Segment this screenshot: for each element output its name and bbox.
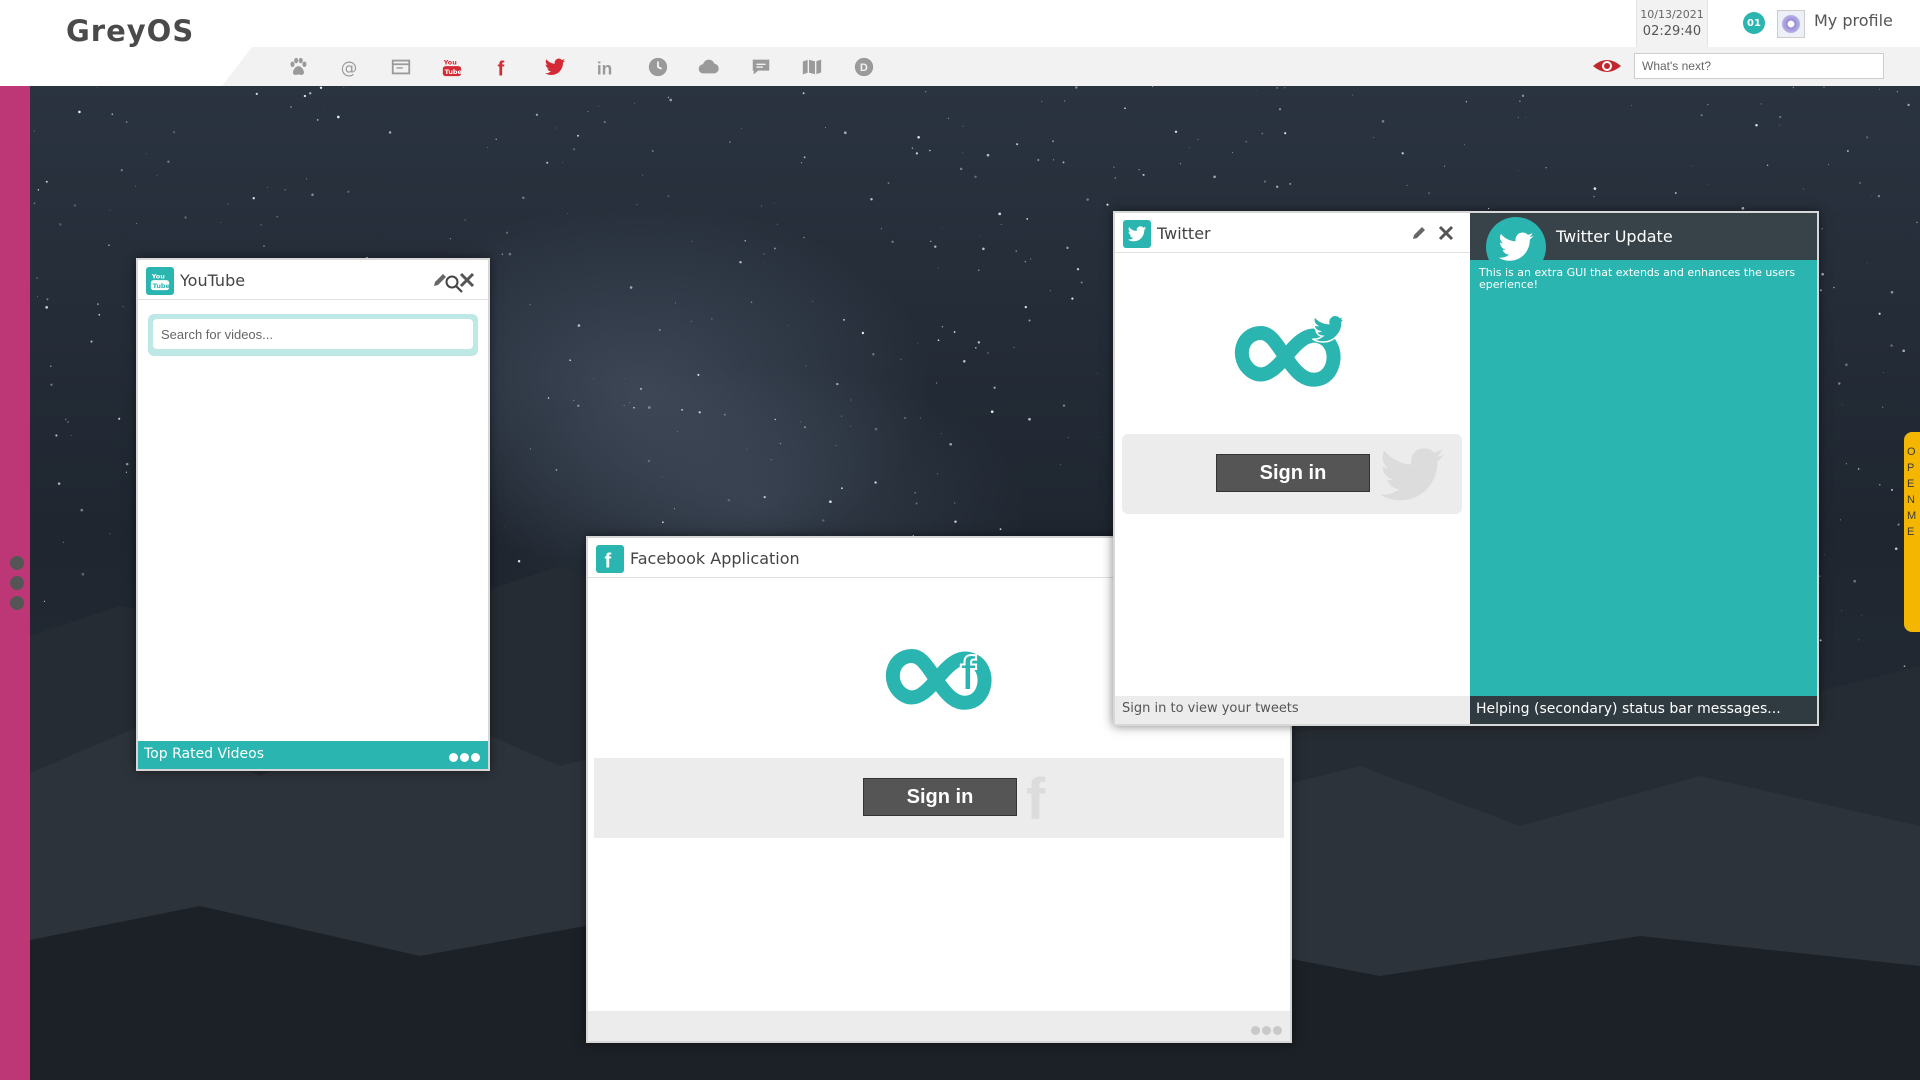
clock-widget: 10/13/2021 02:29:40 [1636,0,1708,47]
top-bar: GreyOS @ You Tube f in D 10/13/2021 02:2… [0,0,1920,86]
window-status-bar: Top Rated Videos [138,741,488,769]
svg-text:You: You [443,58,457,66]
extension-header: Twitter Update [1470,213,1817,277]
youtube-window[interactable]: YouTube YouTube Top Rated Videos [136,258,490,771]
twitter-icon[interactable] [542,54,568,80]
video-search-input[interactable] [153,319,473,349]
twitter-app-icon [1123,220,1151,248]
svg-text:You: You [151,272,165,280]
window-title: YouTube [180,271,246,290]
svg-text:D: D [860,62,868,74]
facebook-icon[interactable]: f [490,54,516,80]
youtube-app-icon: You Tube [146,267,174,295]
more-options-icon[interactable] [1249,1020,1282,1039]
search-icon[interactable] [444,274,464,294]
infinity-facebook-logo: f [886,647,992,710]
sidebar-handle[interactable] [10,556,24,612]
whats-next-search-input[interactable] [1634,53,1884,79]
linkedin-icon[interactable]: in [593,54,619,80]
sign-in-panel: Sign in f [594,758,1284,838]
video-search-box [148,314,478,356]
chat-icon[interactable] [748,54,774,80]
open-me-label: OPEN ME [1907,446,1917,538]
svg-text:Tube: Tube [445,68,463,76]
extension-title: Twitter Update [1556,227,1673,246]
close-icon[interactable] [1437,224,1455,242]
clock-icon[interactable] [645,54,671,80]
extension-status-text: Helping (secondary) status bar messages.… [1476,701,1781,717]
youtube-icon[interactable]: You Tube [439,54,465,80]
svg-text:@: @ [341,58,358,77]
window-titlebar[interactable]: You Tube YouTube [138,260,488,300]
more-options-icon[interactable] [447,750,480,766]
cloud-icon[interactable] [696,54,722,80]
my-profile-link[interactable]: My profile [1814,11,1893,30]
browser-icon[interactable] [388,54,414,80]
open-me-tab[interactable]: OPEN ME [1904,432,1920,632]
sign-in-button[interactable]: Sign in [863,778,1017,816]
window-titlebar[interactable]: Twitter [1115,213,1470,253]
notification-badge[interactable]: 01 [1743,12,1765,34]
twitter-update-panel: Twitter Update This is an extra GUI that… [1470,213,1817,724]
window-title: Facebook Application [630,549,800,568]
twitter-main-panel: Twitter Sign in Sign in to view your twe… [1115,213,1470,724]
twitter-watermark-icon [1379,448,1445,501]
status-text: Sign in to view your tweets [1122,701,1299,716]
clock-time: 02:29:40 [1642,24,1702,39]
sign-in-button[interactable]: Sign in [1216,454,1370,492]
svg-text:f: f [960,648,977,701]
window-status-bar: Sign in to view your tweets [1115,696,1470,724]
map-icon[interactable] [799,54,825,80]
facebook-app-icon: f [596,545,624,573]
svg-text:Tube: Tube [153,282,171,290]
pencil-icon[interactable] [1411,225,1427,241]
paw-icon[interactable] [285,54,311,80]
window-status-bar [588,1011,1290,1041]
avatar-image [1782,15,1800,33]
infinity-twitter-logo [1235,314,1347,387]
avatar[interactable] [1777,10,1805,38]
clock-date: 10/13/2021 [1640,8,1704,21]
eye-icon[interactable] [1592,56,1622,76]
extension-description: This is an extra GUI that extends and en… [1479,266,1796,291]
os-logo: GreyOS [66,14,195,48]
disqus-icon[interactable]: D [851,54,877,80]
sign-in-panel: Sign in [1122,434,1462,514]
svg-text:in: in [597,58,612,78]
at-icon[interactable]: @ [336,54,362,80]
twitter-window[interactable]: Twitter Sign in Sign in to view your twe… [1113,211,1819,726]
extension-status-bar: Helping (secondary) status bar messages.… [1470,696,1817,724]
svg-text:f: f [605,550,612,570]
status-text: Top Rated Videos [144,746,265,762]
window-title: Twitter [1157,224,1211,243]
svg-text:f: f [498,58,505,78]
facebook-watermark: f [1026,767,1046,832]
